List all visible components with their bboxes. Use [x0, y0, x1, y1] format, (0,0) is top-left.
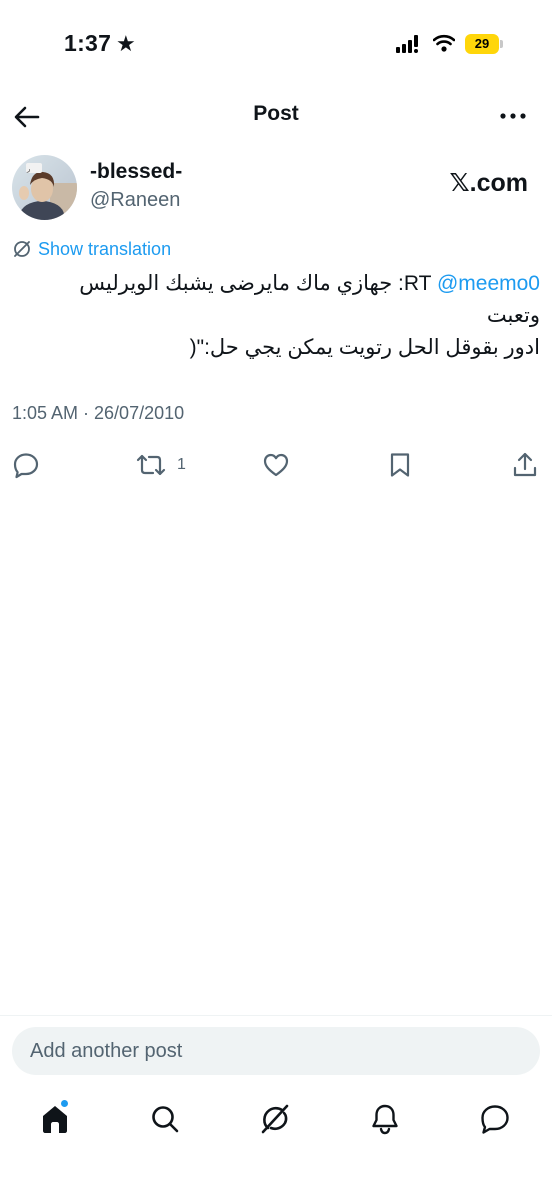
home-notification-dot [60, 1099, 69, 1108]
post-line-3: ادور بقوقل الحل رتويت يمكن يجي حل:"( [189, 336, 540, 359]
more-icon[interactable] [498, 104, 528, 128]
post-line-1-text: : جهازي ماك مايرضى يشبك الويرليس [79, 272, 404, 295]
search-icon [152, 1106, 179, 1133]
status-time: 1:37 [64, 30, 112, 56]
avatar[interactable]: ر [12, 155, 77, 220]
battery-cap [500, 40, 503, 48]
retweet-icon [136, 454, 166, 476]
reply-placeholder: Add another post [30, 1040, 183, 1062]
share-icon [513, 452, 537, 477]
tab-grok[interactable] [258, 1102, 292, 1136]
retweet-count: 1 [177, 456, 186, 473]
post-actions: 1 [0, 448, 552, 482]
like-button[interactable] [262, 450, 290, 480]
wifi-icon [433, 34, 455, 52]
svg-text:ر: ر [26, 165, 30, 173]
signal-icon [396, 35, 418, 53]
tab-search[interactable] [148, 1102, 182, 1136]
author-display-name[interactable]: -blessed- [90, 160, 182, 184]
retweet-button[interactable]: 1 [134, 450, 186, 480]
avatar-image: ر [12, 155, 77, 220]
show-translation-link[interactable]: Show translation [12, 236, 171, 262]
bookmark-button[interactable] [386, 450, 414, 480]
battery-level: 29 [465, 34, 499, 54]
tab-messages[interactable] [478, 1102, 512, 1136]
battery-indicator: 29 [465, 34, 503, 54]
bookmark-icon [390, 453, 410, 477]
bottom-tab-bar [0, 1092, 552, 1148]
like-icon [263, 453, 289, 477]
reply-input[interactable]: Add another post [12, 1027, 540, 1075]
tab-home[interactable] [38, 1099, 72, 1136]
translate-icon [14, 241, 30, 257]
share-button[interactable] [511, 450, 539, 480]
post-mention[interactable]: @meemo0 [437, 272, 540, 295]
grok-icon [261, 1104, 289, 1134]
post-text: RT @meemo0 : جهازي ماك مايرضى يشبك الويرل… [14, 268, 540, 364]
post-rt-prefix: RT [403, 272, 437, 295]
post-line-2: وتعبت [486, 304, 540, 327]
reply-button[interactable] [12, 450, 40, 480]
bottom-divider [0, 1015, 552, 1016]
author-handle[interactable]: @Raneen [90, 189, 180, 212]
messages-icon [481, 1105, 509, 1134]
post-header: Post [0, 90, 552, 142]
show-translation-label: Show translation [38, 238, 172, 259]
post-timestamp: 1:05 AM · 26/07/2010 [12, 403, 185, 423]
reply-icon [13, 453, 39, 479]
notifications-icon [372, 1104, 398, 1135]
focus-star-icon: ★ [116, 31, 136, 56]
post-line-1: RT @meemo0 : جهازي ماك مايرضى يشبك الويرل… [14, 268, 540, 300]
source-label: 𝕏.com [449, 169, 529, 197]
status-bar: 1:37 ★ 29 [0, 0, 552, 90]
page-title: Post [253, 102, 299, 125]
tab-notifications[interactable] [368, 1102, 402, 1136]
